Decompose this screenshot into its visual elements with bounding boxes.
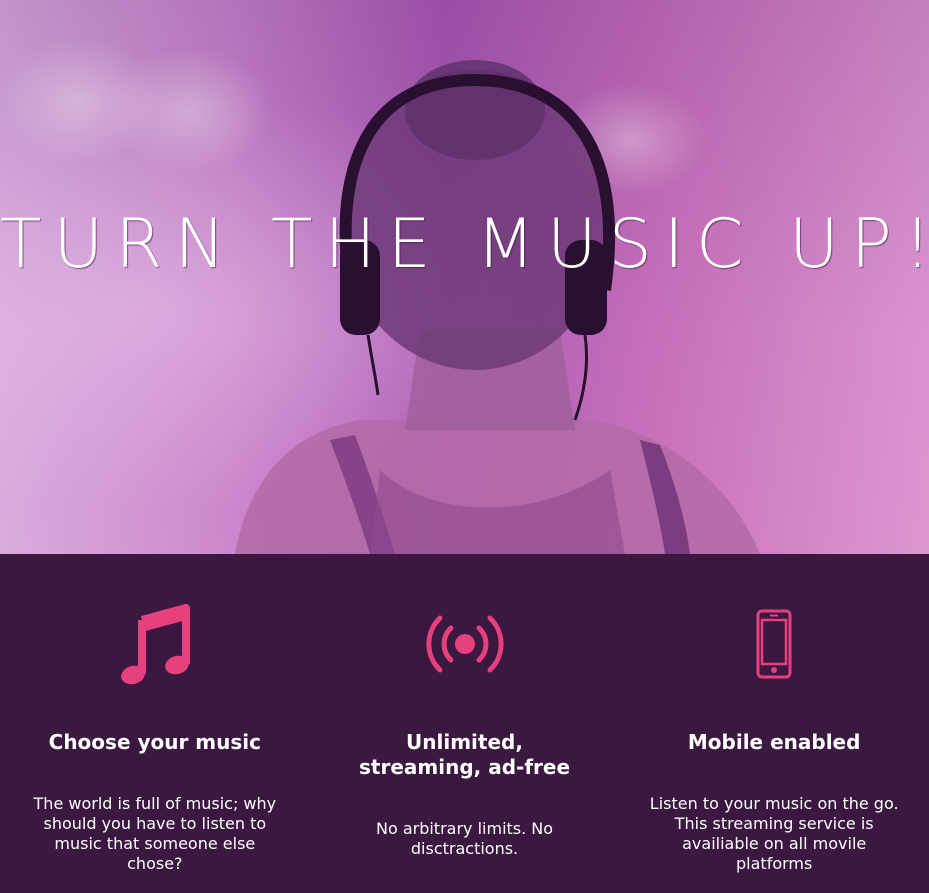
feature-choose-music: Choose your music The world is full of m… (0, 554, 310, 893)
feature-description: Listen to your music on the go. This str… (649, 794, 899, 873)
mobile-phone-icon (619, 602, 929, 686)
feature-title: Unlimited, streaming, ad-free (359, 730, 571, 779)
feature-title: Choose your music (48, 730, 262, 754)
feature-title: Mobile enabled (687, 730, 861, 754)
hero-title: TURN THE MUSIC UP! (0, 205, 929, 284)
feature-description: No arbitrary limits. No disctractions. (375, 819, 554, 858)
hero-section: TURN THE MUSIC UP! (0, 0, 929, 554)
feature-unlimited-streaming: Unlimited, streaming, ad-free No arbitra… (310, 554, 620, 893)
feature-mobile-enabled: Mobile enabled Listen to your music on t… (619, 554, 929, 893)
features-section: Choose your music The world is full of m… (0, 554, 929, 893)
feature-description: The world is full of music; why should y… (33, 794, 277, 873)
broadcast-icon (310, 602, 620, 686)
music-note-icon (0, 602, 310, 686)
